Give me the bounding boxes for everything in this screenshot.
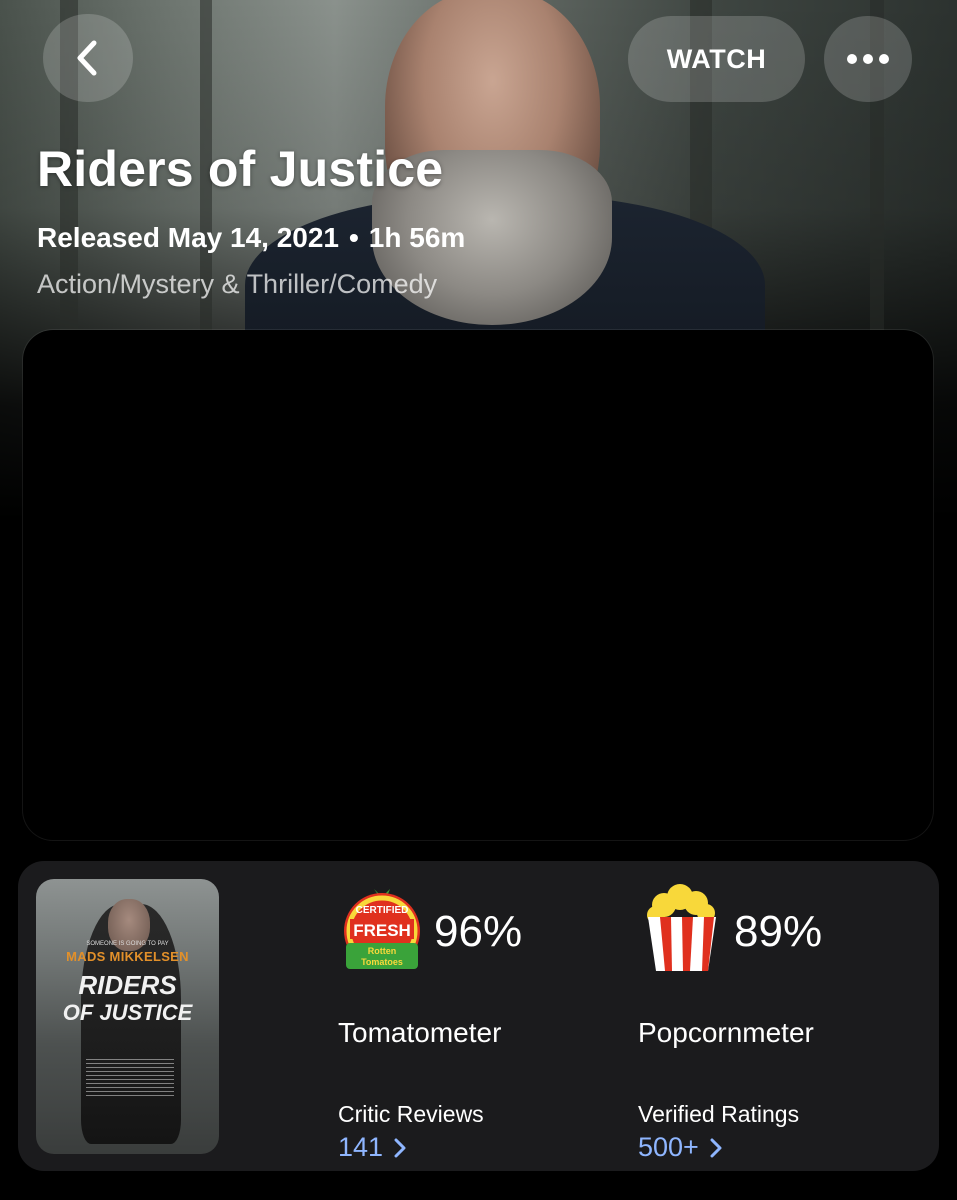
critic-reviews-label: Critic Reviews — [338, 1101, 484, 1127]
badge-certified-text: CERTIFIED — [356, 905, 409, 916]
tomatometer-score: 96% — [434, 907, 523, 956]
movie-title: Riders of Justice — [37, 141, 444, 197]
poster-title: RIDERS OF JUSTICE — [36, 971, 219, 1027]
poster-actor-name: MADS MIKKELSEN — [66, 949, 189, 964]
critic-reviews-count: 141 — [338, 1132, 384, 1162]
more-dots-icon — [847, 54, 889, 64]
score-card: SOMEONE IS GOING TO PAY MADS MIKKELSEN R… — [18, 861, 939, 1171]
verified-ratings-count: 500+ — [638, 1132, 699, 1162]
poster-title-line: OF JUSTICE — [62, 1000, 193, 1025]
badge-brand-text: Tomatoes — [361, 957, 403, 967]
back-button[interactable] — [43, 14, 133, 102]
watch-button-label: WATCH — [666, 43, 767, 74]
popcornmeter-score: 89% — [734, 907, 823, 956]
certified-fresh-icon: CERTIFIED FRESH Rotten Tomatoes — [344, 889, 420, 969]
chevron-left-icon — [77, 40, 97, 76]
more-options-button[interactable] — [824, 16, 912, 102]
runtime: 1h 56m — [368, 222, 466, 253]
badge-brand-text: Rotten — [368, 946, 397, 956]
critic-reviews-link[interactable]: 141 — [338, 1132, 407, 1163]
poster-credits — [86, 1059, 174, 1099]
watch-button[interactable]: WATCH — [628, 16, 805, 102]
chevron-right-icon — [394, 1138, 406, 1157]
verified-ratings-link[interactable]: 500+ — [638, 1132, 723, 1163]
badge-fresh-text: FRESH — [353, 921, 411, 940]
video-player[interactable] — [23, 330, 933, 840]
genre-list: Action/Mystery & Thriller/Comedy — [37, 269, 438, 299]
tomatometer-label: Tomatometer — [338, 1017, 502, 1048]
popcornmeter-label: Popcornmeter — [638, 1017, 814, 1048]
release-info: Released May 14, 2021 • 1h 56m — [37, 222, 465, 254]
verified-ratings-label: Verified Ratings — [638, 1101, 800, 1127]
release-date: Released May 14, 2021 — [37, 222, 339, 253]
poster-kicker: SOMEONE IS GOING TO PAY — [86, 941, 169, 947]
popcorn-bucket-icon — [647, 884, 716, 971]
poster-title-line: RIDERS — [78, 970, 177, 1000]
meta-separator: • — [348, 222, 359, 253]
movie-poster[interactable]: SOMEONE IS GOING TO PAY MADS MIKKELSEN R… — [36, 879, 219, 1154]
chevron-right-icon — [710, 1138, 722, 1157]
